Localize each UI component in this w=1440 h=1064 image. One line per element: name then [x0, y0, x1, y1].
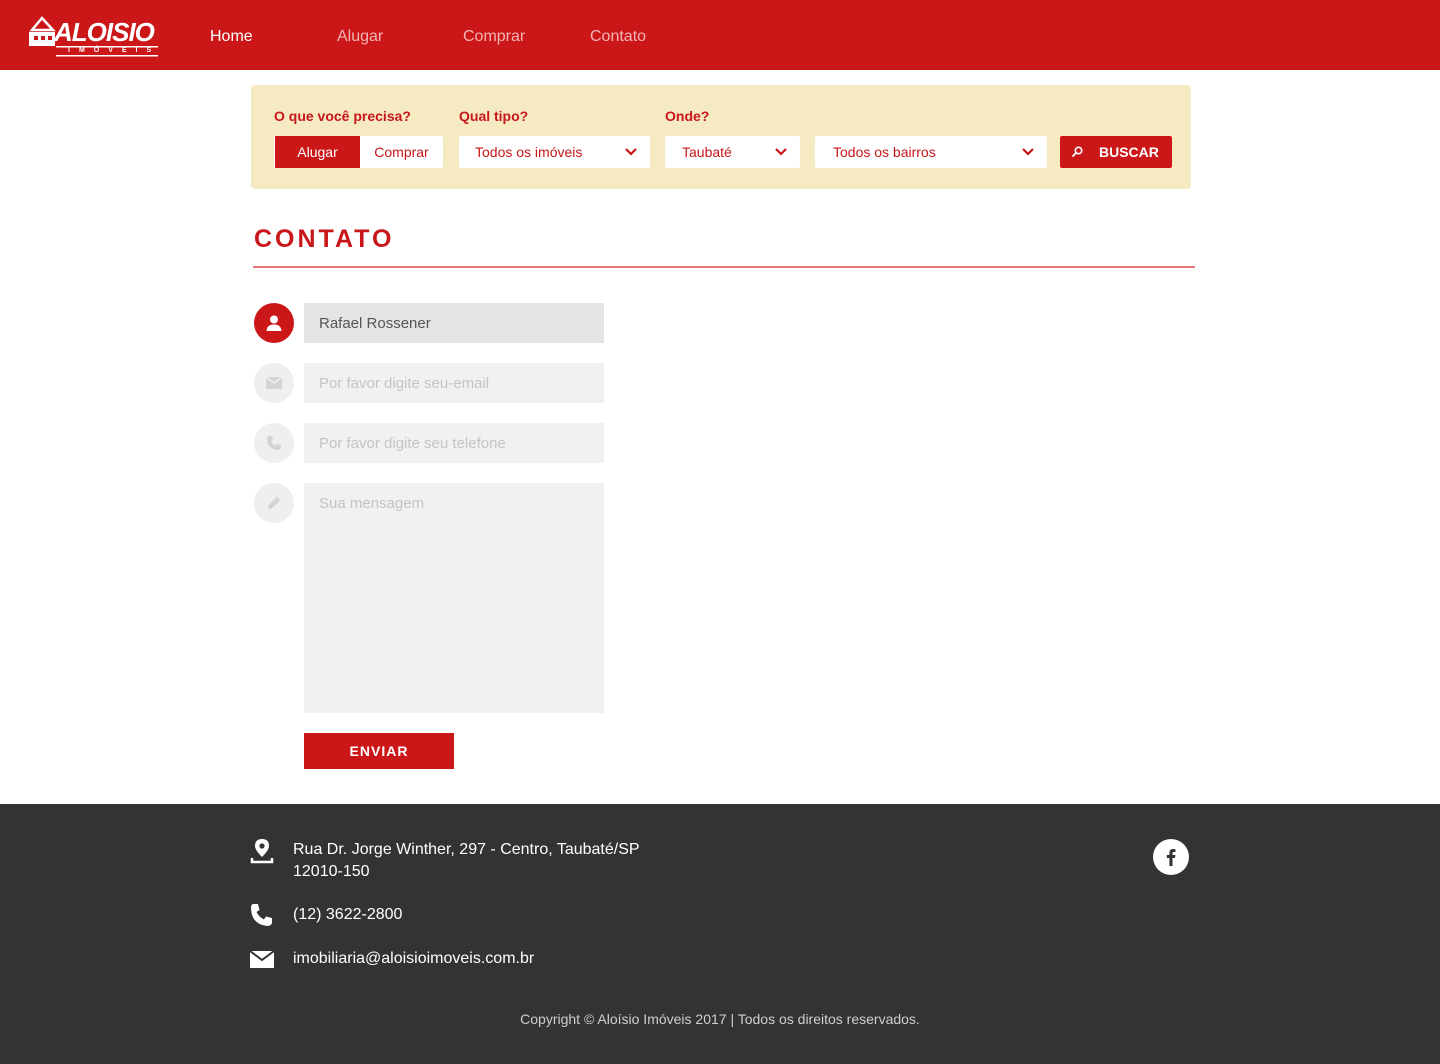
- logo-text: ALOISIO: [54, 17, 155, 47]
- address-line-1: Rua Dr. Jorge Winther, 297 - Centro, Tau…: [293, 841, 640, 858]
- chevron-down-icon: [775, 148, 787, 156]
- footer-email[interactable]: imobiliaria@aloisioimoveis.com.br: [293, 948, 534, 970]
- facebook-icon: [1166, 849, 1176, 866]
- search-icon: [1071, 146, 1083, 158]
- nav-alugar[interactable]: Alugar: [337, 26, 383, 48]
- city-select[interactable]: Taubaté: [665, 136, 800, 168]
- address-line-2: 12010-150: [293, 863, 370, 880]
- logo[interactable]: ALOISIO IMÓVEIS: [28, 12, 160, 58]
- toggle-alugar[interactable]: Alugar: [275, 136, 360, 168]
- chevron-down-icon: [1022, 148, 1034, 156]
- phone-icon: [254, 423, 294, 463]
- type-select[interactable]: Todos os imóveis: [459, 136, 650, 168]
- email-field[interactable]: [304, 363, 604, 403]
- district-select[interactable]: Todos os bairros: [815, 136, 1047, 168]
- need-label: O que você precisa?: [274, 108, 411, 124]
- district-select-value: Todos os bairros: [833, 144, 936, 160]
- toggle-comprar[interactable]: Comprar: [360, 136, 443, 168]
- message-field[interactable]: [304, 483, 604, 713]
- page-title: CONTATO: [254, 225, 395, 253]
- search-button-label: BUSCAR: [1099, 144, 1159, 160]
- pencil-icon: [254, 483, 294, 523]
- where-label: Onde?: [665, 108, 710, 124]
- facebook-link[interactable]: [1153, 839, 1189, 875]
- envelope-icon: [254, 363, 294, 403]
- submit-button[interactable]: ENVIAR: [304, 733, 454, 769]
- search-panel: O que você precisa? Qual tipo? Onde? Alu…: [251, 85, 1191, 189]
- phone-field[interactable]: [304, 423, 604, 463]
- chevron-down-icon: [625, 148, 637, 156]
- type-select-value: Todos os imóveis: [475, 144, 583, 160]
- type-label: Qual tipo?: [459, 108, 529, 124]
- nav-contato[interactable]: Contato: [590, 26, 646, 48]
- phone-icon: [251, 904, 272, 926]
- location-pin-icon: [250, 839, 274, 864]
- user-icon: [254, 303, 294, 343]
- logo-tagline: IMÓVEIS: [68, 47, 161, 54]
- nav-home[interactable]: Home: [210, 26, 253, 48]
- city-select-value: Taubaté: [682, 144, 732, 160]
- name-field[interactable]: [304, 303, 604, 343]
- copyright: Copyright © Aloísio Imóveis 2017 | Todos…: [520, 1011, 920, 1027]
- footer-phone[interactable]: (12) 3622-2800: [293, 904, 402, 926]
- footer: Rua Dr. Jorge Winther, 297 - Centro, Tau…: [0, 804, 1440, 1064]
- search-button[interactable]: BUSCAR: [1060, 136, 1172, 168]
- nav-comprar[interactable]: Comprar: [463, 26, 525, 48]
- rent-buy-toggle: Alugar Comprar: [274, 136, 443, 168]
- envelope-icon: [249, 950, 275, 968]
- top-header: ALOISIO IMÓVEIS Home Alugar Comprar Cont…: [0, 0, 1440, 70]
- title-divider: [253, 266, 1195, 268]
